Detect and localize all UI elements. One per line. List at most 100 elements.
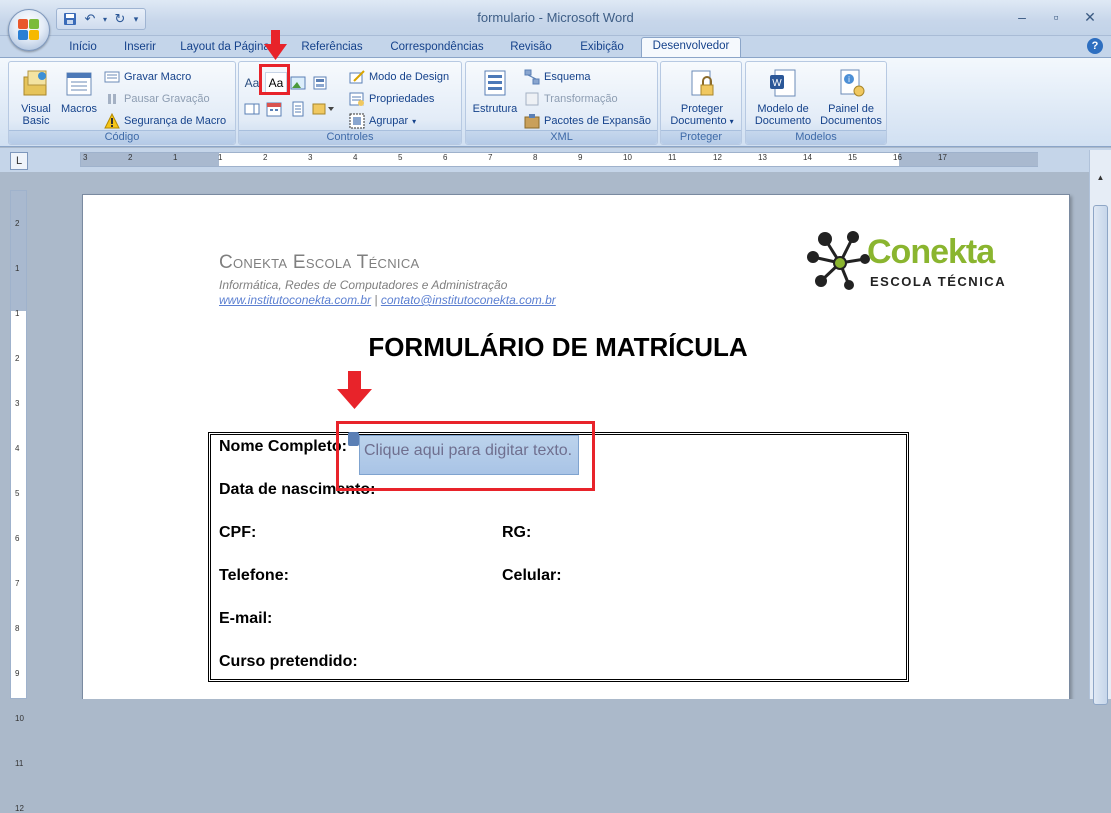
tab-correspondencias[interactable]: Correspondências — [384, 39, 490, 58]
ruler-row: L 3 2 1 1 2 3 4 5 6 7 8 9 10 11 12 13 14 15 16 17 — [0, 148, 1111, 172]
chevron-down-icon: ▾ — [729, 117, 734, 126]
structure-icon — [479, 67, 511, 99]
maximize-icon[interactable]: ▫ — [1043, 6, 1069, 28]
tab-layout[interactable]: Layout da Página — [178, 39, 272, 58]
ribbon-arrow-icon — [264, 30, 287, 60]
logo-wordmark: Conekta — [867, 233, 995, 271]
legacy-tools-icon[interactable] — [311, 100, 337, 118]
minimize-icon[interactable]: – — [1009, 6, 1035, 28]
close-icon[interactable]: ✕ — [1077, 6, 1103, 28]
agrupar-button[interactable]: Agrupar ▾ — [349, 112, 416, 130]
content-control-highlight-box — [336, 421, 595, 491]
scrollbar-thumb[interactable] — [1093, 205, 1108, 705]
help-icon[interactable]: ? — [1087, 38, 1103, 54]
ruler-number: 10 — [15, 714, 24, 723]
group-label-proteger: Proteger — [661, 130, 741, 144]
macros-label: Macros — [60, 103, 98, 115]
propriedades-button[interactable]: Propriedades — [349, 90, 434, 108]
ruler-number: 6 — [443, 153, 448, 162]
date-picker-icon[interactable] — [265, 100, 283, 118]
tab-inserir[interactable]: Inserir — [115, 39, 165, 58]
school-name: Conekta Escola Técnica — [219, 252, 420, 273]
ruler-number: 12 — [15, 804, 24, 813]
painel-label-2: Documentos — [820, 115, 882, 127]
modelo-documento-button[interactable]: W Modelo de Documento — [750, 67, 816, 127]
tab-selector-button[interactable]: L — [10, 152, 28, 170]
gravar-macro-label: Gravar Macro — [124, 71, 192, 83]
document-page[interactable]: Conekta Escola Técnica Informática, Rede… — [82, 194, 1070, 699]
macros-button[interactable]: Macros — [59, 67, 99, 115]
ruler-number: 3 — [308, 153, 313, 162]
ruler-number: 14 — [803, 153, 812, 162]
ruler-number: 5 — [15, 489, 20, 498]
tab-exibicao[interactable]: Exibição — [572, 39, 632, 58]
group-icon — [349, 113, 365, 129]
email-link[interactable]: contato@institutoconekta.com.br — [381, 293, 556, 307]
tab-referencias[interactable]: Referências — [293, 39, 371, 58]
seguranca-macro-button[interactable]: Segurança de Macro — [104, 112, 226, 130]
site-link[interactable]: www.institutoconekta.com.br — [219, 293, 371, 307]
group-label-modelos: Modelos — [746, 130, 886, 144]
ruler-number: 2 — [263, 153, 268, 162]
field-email: E-mail: — [219, 610, 273, 627]
vertical-ruler[interactable]: 2 1 1 2 3 4 5 6 7 8 9 10 11 12 — [10, 190, 27, 813]
lock-icon — [686, 67, 718, 99]
ruler-number: 3 — [15, 399, 20, 408]
tab-inicio[interactable]: Início — [60, 39, 106, 58]
transform-icon — [524, 91, 540, 107]
link-separator: | — [371, 293, 381, 307]
pacotes-expansao-button[interactable]: Pacotes de Expansão — [524, 112, 651, 130]
modelo-label-1: Modelo de — [757, 103, 809, 115]
svg-text:W: W — [772, 78, 782, 89]
ruler-number: 3 — [83, 153, 88, 162]
ribbon: Visual Basic Macros Gravar Macro Pausar … — [0, 57, 1111, 147]
proteger-documento-button[interactable]: Proteger Documento ▾ — [665, 67, 739, 128]
horizontal-ruler[interactable]: 3 2 1 1 2 3 4 5 6 7 8 9 10 11 12 13 14 15 16 17 — [80, 152, 1038, 167]
group-modelos: W Modelo de Documento i Painel de Docume… — [745, 61, 887, 145]
visual-basic-button[interactable]: Visual Basic — [15, 67, 57, 127]
group-codigo: Visual Basic Macros Gravar Macro Pausar … — [8, 61, 236, 145]
form-title: FORMULÁRIO DE MATRÍCULA — [368, 332, 748, 362]
scroll-up-icon[interactable]: ▲ — [1093, 170, 1108, 185]
tab-desenvolvedor[interactable]: Desenvolvedor — [641, 37, 741, 58]
modo-design-label: Modo de Design — [369, 71, 450, 83]
transformacao-label: Transformação — [544, 93, 618, 105]
esquema-label: Esquema — [544, 71, 591, 83]
ruler-number: 16 — [893, 153, 902, 162]
estrutura-button[interactable]: Estrutura — [470, 67, 520, 115]
gravar-macro-button[interactable]: Gravar Macro — [104, 68, 191, 86]
modelo-label-2: Documento — [754, 115, 812, 127]
painel-documentos-button[interactable]: i Painel de Documentos — [818, 67, 884, 127]
visual-basic-icon — [20, 67, 52, 99]
record-macro-icon — [104, 69, 120, 85]
ruler-number: 10 — [623, 153, 632, 162]
ruler-number: 15 — [848, 153, 857, 162]
vertical-scrollbar[interactable]: ▲ — [1089, 150, 1111, 705]
ruler-number: 9 — [578, 153, 583, 162]
ruler-number: 8 — [533, 153, 538, 162]
ruler-number: 7 — [15, 579, 20, 588]
office-button[interactable] — [8, 9, 50, 51]
pausar-gravacao-button[interactable]: Pausar Gravação — [104, 90, 210, 108]
ruler-number: 4 — [15, 444, 20, 453]
propriedades-label: Propriedades — [369, 93, 435, 105]
building-block-icon[interactable] — [311, 74, 329, 92]
transformacao-button[interactable]: Transformação — [524, 90, 618, 108]
field-curso: Curso pretendido: — [219, 653, 358, 670]
seguranca-macro-label: Segurança de Macro — [124, 115, 227, 127]
ruler-number: 6 — [15, 534, 20, 543]
group-label-controles: Controles — [239, 130, 461, 144]
svg-text:i: i — [848, 75, 850, 84]
schema-icon — [524, 69, 540, 85]
dropdown-list-icon[interactable] — [289, 100, 307, 118]
logo-subtitle: ESCOLA TÉCNICA — [870, 274, 1007, 289]
pacotes-expansao-label: Pacotes de Expansão — [544, 115, 652, 127]
ruler-number: 11 — [15, 759, 24, 768]
ruler-number: 17 — [938, 153, 947, 162]
modo-design-button[interactable]: Modo de Design — [349, 68, 449, 86]
picture-control-icon[interactable] — [289, 74, 307, 92]
design-mode-icon — [349, 69, 365, 85]
combo-box-icon[interactable] — [243, 100, 261, 118]
esquema-button[interactable]: Esquema — [524, 68, 590, 86]
tab-revisao[interactable]: Revisão — [503, 39, 559, 58]
